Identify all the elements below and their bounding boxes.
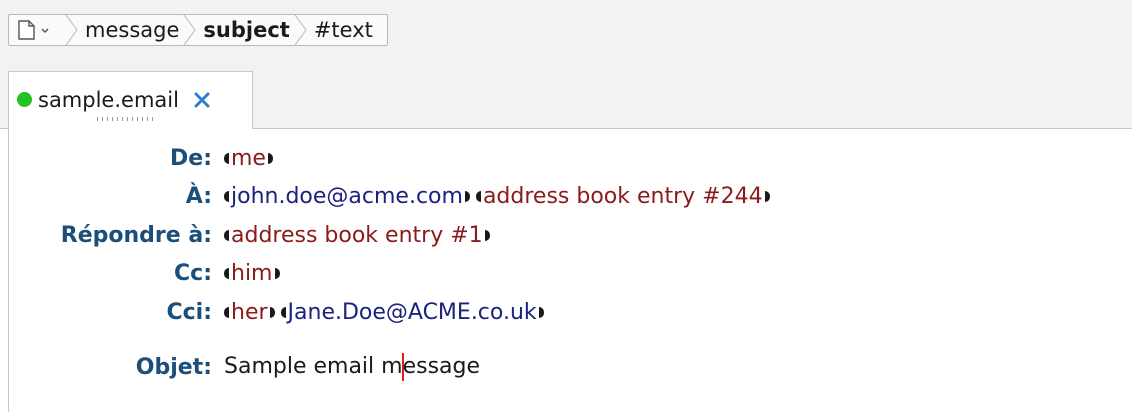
breadcrumb-separator xyxy=(294,15,308,45)
close-icon[interactable] xyxy=(191,89,213,111)
bcc-chip[interactable]: Jane.Doe@ACME.co.uk xyxy=(280,299,544,325)
to-value: address book entry #244 xyxy=(482,183,763,209)
reply-to-row: Répondre à: address book entry #1 xyxy=(9,218,496,252)
cc-chip[interactable]: him xyxy=(224,261,280,286)
breadcrumb-separator xyxy=(65,15,79,45)
editor-tab-strip: sample.email xyxy=(0,71,1132,130)
breadcrumb-separator xyxy=(183,15,197,45)
chevron-down-icon xyxy=(41,28,49,34)
reply-to-label: Répondre à: xyxy=(60,222,212,248)
bcc-value: Jane.Doe@ACME.co.uk xyxy=(287,299,537,325)
cc-row: Cc: him xyxy=(9,256,286,290)
breadcrumb-item-subject[interactable]: subject xyxy=(197,15,293,45)
email-editor[interactable]: De: me À: john.doe@acme.com address book… xyxy=(8,129,1132,412)
subject-text-before-caret: Sample email m xyxy=(224,354,403,379)
bcc-row: Cci: her Jane.Doe@ACME.co.uk xyxy=(9,295,550,329)
cc-value: him xyxy=(231,260,273,286)
to-label: À: xyxy=(185,183,212,209)
document-icon xyxy=(18,20,35,40)
to-chip[interactable]: address book entry #244 xyxy=(475,183,770,209)
breadcrumb-item-text[interactable]: #text xyxy=(308,15,377,45)
cc-label: Cc: xyxy=(174,260,212,286)
breadcrumb-toolbar: message subject #text xyxy=(0,0,1132,71)
breadcrumb-item-message[interactable]: message xyxy=(79,15,183,45)
to-value: john.doe@acme.com xyxy=(231,183,463,209)
bcc-chip[interactable]: her xyxy=(224,300,275,325)
subject-input[interactable]: Sample email message xyxy=(224,353,480,381)
tab-sample-email[interactable]: sample.email xyxy=(8,71,253,130)
from-row: De: me xyxy=(9,141,279,175)
from-label: De: xyxy=(170,145,212,171)
tab-label: sample.email xyxy=(38,88,179,112)
bcc-label: Cci: xyxy=(166,299,212,325)
reply-to-value: address book entry #1 xyxy=(231,222,483,248)
breadcrumb: message subject #text xyxy=(8,14,388,46)
to-row: À: john.doe@acme.com address book entry … xyxy=(9,179,776,213)
document-menu-button[interactable] xyxy=(9,15,65,45)
from-value: me xyxy=(231,145,266,171)
status-dot-icon xyxy=(17,92,32,107)
reply-to-chip[interactable]: address book entry #1 xyxy=(224,223,490,248)
tab-drag-handle[interactable] xyxy=(97,117,155,121)
subject-text-after-caret: essage xyxy=(402,354,481,379)
subject-label: Objet: xyxy=(135,354,212,380)
from-chip[interactable]: me xyxy=(224,146,273,171)
bcc-value: her xyxy=(231,299,268,325)
to-chip[interactable]: john.doe@acme.com xyxy=(224,184,470,209)
subject-row: Objet: Sample email message xyxy=(9,350,480,384)
